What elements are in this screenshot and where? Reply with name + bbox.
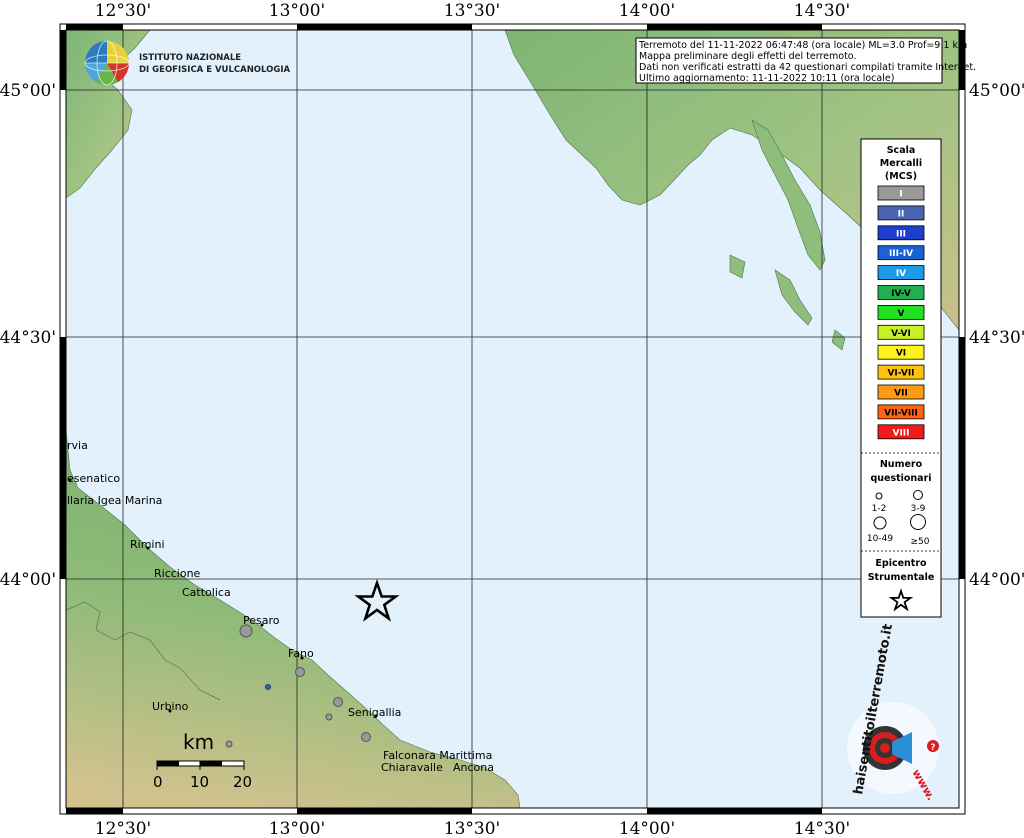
lon-label: 14°30' — [794, 819, 850, 838]
intensity-label: VI — [896, 349, 906, 359]
map-figure: 12°30' 13°00' 13°30' 14°00' 14°30' 12°30… — [0, 1, 1024, 838]
intensity-label: IV — [896, 269, 906, 279]
intensity-label: III — [896, 229, 906, 239]
intensity-label: IV-V — [891, 289, 911, 299]
lon-label: 14°00' — [619, 819, 675, 838]
agency-name-line2: DI GEOFISICA E VULCANOLOGIA — [139, 65, 291, 75]
questionnaire-size-label: 3-9 — [911, 504, 926, 514]
place-label: rvia — [67, 439, 88, 452]
lon-labels-bottom: 12°30' 13°00' 13°30' 14°00' 14°30' — [95, 819, 850, 838]
lon-label: 13°30' — [444, 1, 500, 21]
intensity-label: V-VI — [891, 329, 911, 339]
lon-labels-top: 12°30' 13°00' 13°30' 14°00' 14°30' — [95, 1, 850, 21]
questionnaire-size-label: 10-49 — [867, 534, 893, 544]
place-label: esenatico — [67, 472, 120, 485]
report-circle — [333, 697, 343, 707]
lon-label: 13°00' — [269, 1, 325, 21]
place-label: llaria Igea Marina — [67, 494, 162, 507]
legend-epicenter-title: Epicentro — [875, 558, 927, 569]
intensity-label: II — [898, 209, 905, 219]
lat-labels-right: 45°00' 44°30' 44°00' — [969, 81, 1024, 590]
scale-label: 20 — [233, 773, 252, 791]
place-label: Riccione — [154, 567, 201, 580]
legend-epicenter-title: Strumentale — [868, 572, 935, 583]
report-circle — [361, 732, 371, 742]
lat-label: 44°30' — [969, 328, 1024, 348]
event-info-box: Terremoto del 11-11-2022 06:47:48 (ora l… — [635, 37, 976, 84]
place-label: Cattolica — [182, 586, 231, 599]
intensity-label: I — [899, 190, 902, 200]
lon-label: 13°30' — [444, 819, 500, 838]
scale-unit: km — [183, 730, 214, 754]
report-circle — [325, 713, 333, 721]
legend-questionnaire-title: Numero — [880, 459, 923, 470]
event-info-line: Dati non verificati estratti da 42 quest… — [639, 62, 976, 73]
scale-label: 10 — [190, 773, 209, 791]
lon-label: 14°30' — [794, 1, 850, 21]
legend-questionnaire-title: questionari — [870, 473, 931, 484]
event-info-line: Ultimo aggiornamento: 11-11-2022 10:11 (… — [639, 73, 894, 84]
place-label: Urbino — [152, 700, 189, 713]
report-circle — [225, 740, 233, 748]
intensity-label: VIII — [892, 428, 909, 438]
place-label: Chiaravalle — [381, 761, 443, 774]
event-info-line: Mappa preliminare degli effetti del terr… — [639, 51, 856, 62]
report-circle — [239, 624, 253, 638]
intensity-label: V — [898, 309, 905, 319]
report-circle — [295, 667, 305, 677]
event-info-line: Terremoto del 11-11-2022 06:47:48 (ora l… — [638, 40, 967, 51]
intensity-label: VII — [894, 389, 908, 399]
legend-scale-title: Scala — [887, 145, 916, 156]
report-circle — [265, 684, 271, 690]
legend-scale-title: Mercalli — [880, 158, 922, 169]
lon-label: 13°00' — [269, 819, 325, 838]
lon-label: 12°30' — [95, 819, 151, 838]
place-label: Ancona — [453, 761, 494, 774]
lat-label: 45°00' — [969, 81, 1024, 101]
lat-label: 44°30' — [0, 328, 56, 348]
scale-label: 0 — [153, 773, 163, 791]
lon-label: 14°00' — [619, 1, 675, 21]
lat-label: 44°00' — [0, 570, 56, 590]
legend-scale-title: (MCS) — [885, 171, 917, 182]
agency-name-line1: ISTITUTO NAZIONALE — [139, 53, 241, 63]
intensity-label: III-IV — [889, 249, 913, 259]
lat-label: 45°00' — [0, 81, 56, 101]
place-label: Fano — [288, 647, 314, 660]
lon-label: 12°30' — [95, 1, 151, 21]
place-label: Senigallia — [348, 706, 401, 719]
svg-text:?: ? — [930, 743, 935, 753]
legend-panel: Scala Mercalli (MCS) IIIIIIIII-IVIVIV-VV… — [860, 138, 942, 618]
lat-label: 44°00' — [969, 570, 1024, 590]
questionnaire-size-label: 1-2 — [872, 504, 887, 514]
intensity-label: VII-VIII — [884, 408, 918, 418]
questionnaire-size-label: ≥50 — [911, 537, 930, 547]
place-label: Rimini — [130, 538, 165, 551]
lat-labels-left: 45°00' 44°30' 44°00' — [0, 81, 56, 590]
intensity-label: VI-VII — [887, 369, 914, 379]
